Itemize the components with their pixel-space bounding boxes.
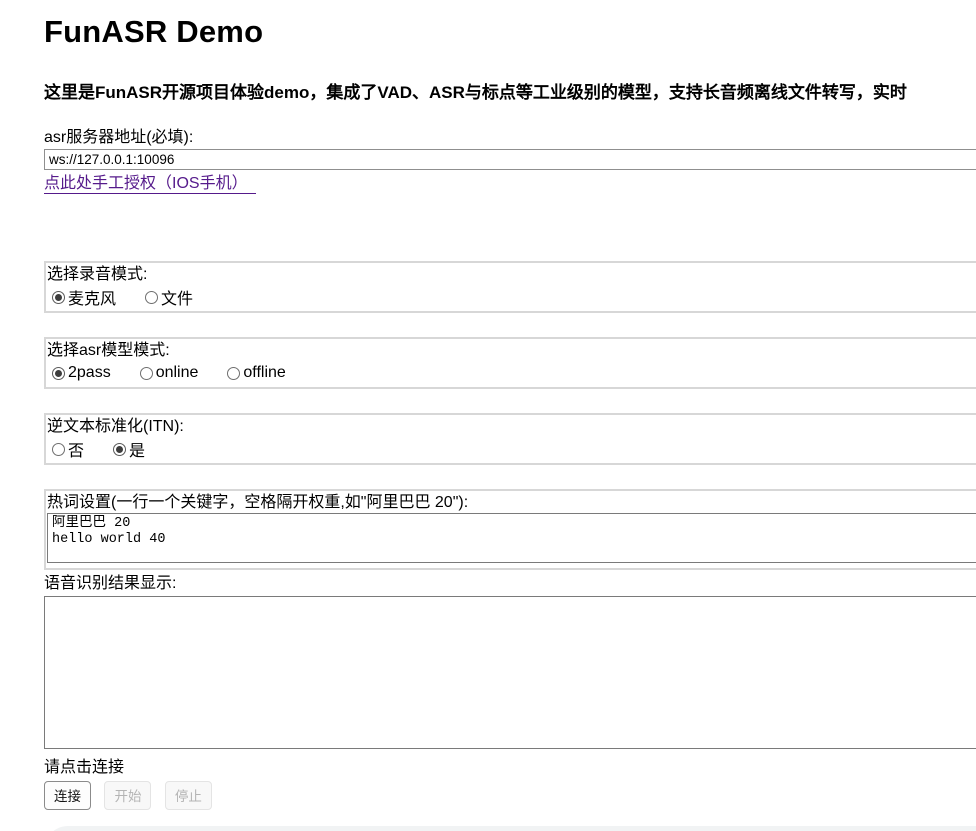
result-textarea[interactable]	[44, 596, 976, 749]
rec-mode-label: 选择录音模式:	[46, 263, 976, 285]
radio-option-itn-no[interactable]: 否	[52, 437, 84, 461]
itn-yes-radio-label: 是	[129, 437, 145, 461]
rec-mode-options: 麦克风 文件	[46, 285, 976, 311]
radio-option-itn-yes[interactable]: 是	[113, 437, 145, 461]
spacer	[44, 194, 976, 237]
rec-mode-section: 选择录音模式: 麦克风 文件	[44, 261, 976, 313]
file-radio-icon[interactable]	[145, 291, 158, 304]
itn-label: 逆文本标准化(ITN):	[46, 415, 976, 437]
control-buttons: 连接 开始 停止	[44, 781, 976, 810]
server-address-input[interactable]	[44, 149, 976, 170]
offline-radio-label: offline	[243, 364, 285, 382]
manual-auth-link[interactable]: 点此处手工授权（IOS手机）	[44, 175, 256, 194]
server-address-label: asr服务器地址(必填):	[44, 128, 976, 148]
file-radio-label: 文件	[161, 285, 193, 309]
itn-section: 逆文本标准化(ITN): 否 是	[44, 413, 976, 465]
asr-mode-section: 选择asr模型模式: 2pass online offline	[44, 337, 976, 389]
mic-radio-icon[interactable]	[52, 291, 65, 304]
itn-no-radio-icon[interactable]	[52, 443, 65, 456]
online-radio-icon[interactable]	[140, 367, 153, 380]
radio-option-file[interactable]: 文件	[145, 285, 193, 309]
hotword-section: 热词设置(一行一个关键字，空格隔开权重,如"阿里巴巴 20"): 阿里巴巴 20…	[44, 489, 976, 570]
start-button[interactable]: 开始	[104, 781, 151, 810]
hotword-label: 热词设置(一行一个关键字，空格隔开权重,如"阿里巴巴 20"):	[46, 491, 976, 513]
main-content: FunASR Demo 这里是FunASR开源项目体验demo，集成了VAD、A…	[44, 14, 976, 831]
2pass-radio-icon[interactable]	[52, 367, 65, 380]
radio-option-mic[interactable]: 麦克风	[52, 285, 116, 309]
2pass-radio-label: 2pass	[68, 364, 111, 382]
radio-option-online[interactable]: online	[140, 364, 199, 382]
offline-radio-icon[interactable]	[227, 367, 240, 380]
connection-status-text: 请点击连接	[44, 758, 976, 778]
result-label: 语音识别结果显示:	[44, 574, 976, 594]
page-title: FunASR Demo	[44, 14, 976, 50]
online-radio-label: online	[156, 364, 199, 382]
itn-yes-radio-icon[interactable]	[113, 443, 126, 456]
stop-button[interactable]: 停止	[165, 781, 212, 810]
itn-options: 否 是	[46, 437, 976, 463]
radio-option-2pass[interactable]: 2pass	[52, 364, 111, 382]
audio-player: 0:00 / 0:05	[44, 826, 976, 831]
mic-radio-label: 麦克风	[68, 285, 116, 309]
radio-option-offline[interactable]: offline	[227, 364, 285, 382]
intro-description: 这里是FunASR开源项目体验demo，集成了VAD、ASR与标点等工业级别的模…	[44, 78, 976, 103]
itn-no-radio-label: 否	[68, 437, 84, 461]
hotword-textarea[interactable]: 阿里巴巴 20 hello world 40	[47, 513, 976, 563]
asr-mode-label: 选择asr模型模式:	[46, 339, 976, 361]
connect-button[interactable]: 连接	[44, 781, 91, 810]
asr-mode-options: 2pass online offline	[46, 361, 976, 387]
